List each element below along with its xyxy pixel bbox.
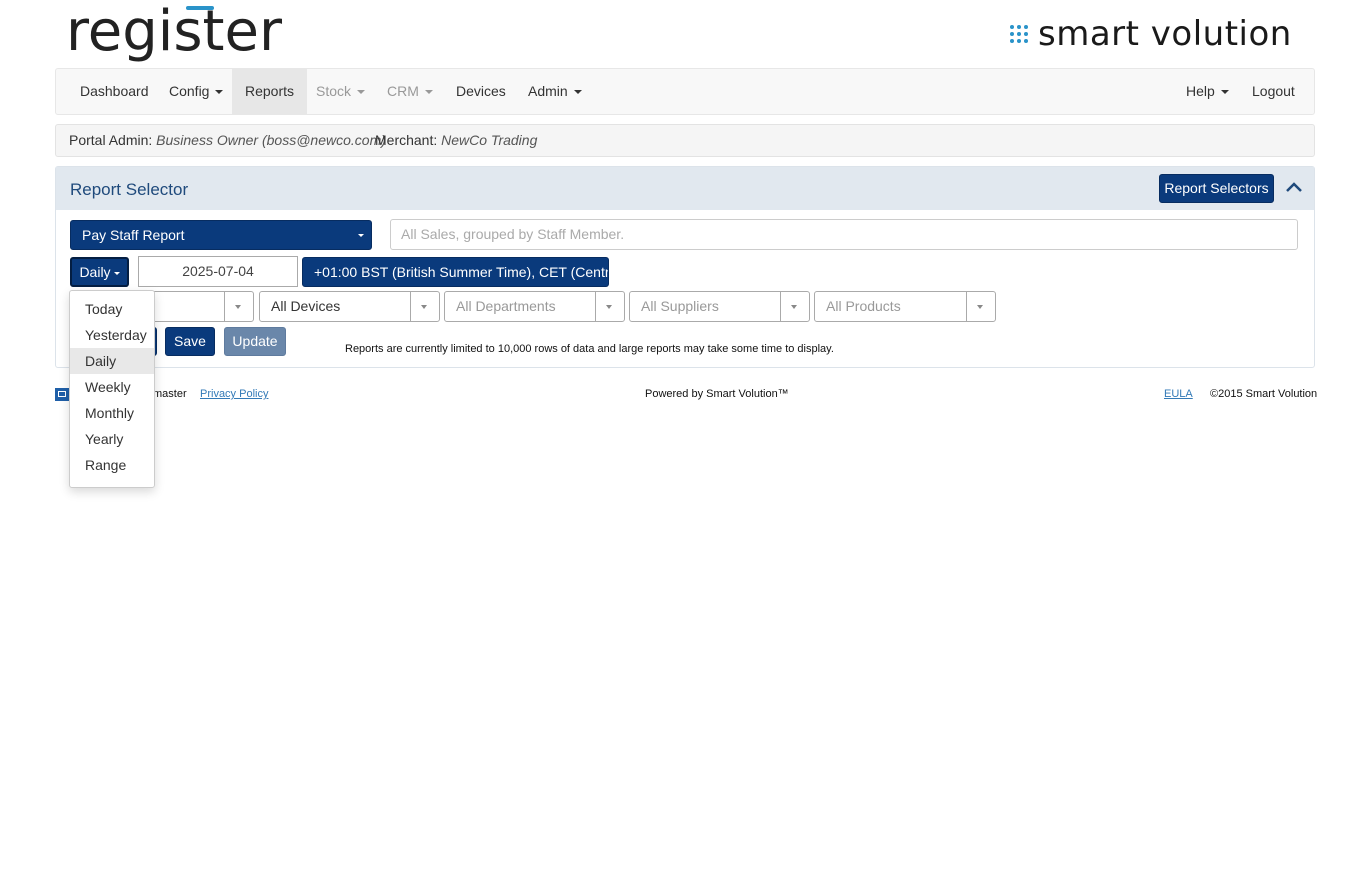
suppliers-filter-select[interactable]: All Suppliers: [629, 291, 810, 322]
select-arrow-icon: [966, 292, 995, 321]
merchant-value: NewCo Trading: [441, 132, 538, 148]
report-description-input[interactable]: All Sales, grouped by Staff Member.: [390, 219, 1298, 250]
nav-logout[interactable]: Logout: [1239, 69, 1308, 114]
timezone-label: +01:00 BST (British Summer Time), CET (C…: [314, 264, 609, 280]
nav-label: Reports: [245, 83, 295, 99]
nav-stock[interactable]: Stock: [303, 69, 378, 114]
portal-admin-value: Business Owner (boss@newco.com): [156, 132, 386, 148]
period-option-monthly[interactable]: Monthly: [70, 400, 154, 426]
devices-filter-select[interactable]: All Devices: [259, 291, 440, 322]
timezone-dropdown[interactable]: +01:00 BST (British Summer Time), CET (C…: [302, 257, 609, 287]
privacy-policy-link-wrap: Privacy Policy: [200, 388, 268, 400]
nav-label: Logout: [1252, 83, 1295, 99]
nav-dashboard[interactable]: Dashboard: [67, 69, 162, 114]
nav-label: Devices: [456, 83, 506, 99]
eula-link[interactable]: EULA: [1164, 388, 1193, 400]
save-button[interactable]: Save: [165, 327, 215, 356]
report-type-dropdown[interactable]: Pay Staff Report: [70, 220, 372, 250]
footer-partial-text: master: [153, 388, 187, 400]
select-value: All Devices: [271, 298, 341, 314]
nav-label: Stock: [316, 83, 352, 99]
caret-down-icon: [1220, 90, 1229, 95]
panel-title: Report Selector: [70, 180, 189, 199]
nav-label: Admin: [528, 83, 568, 99]
caret-down-icon: [424, 90, 433, 95]
merchant-info: Merchant: NewCo Trading: [375, 125, 537, 156]
smart-volution-wordmark: smart volution: [1038, 14, 1292, 54]
nav-help[interactable]: Help: [1173, 69, 1242, 114]
nav-label: Help: [1186, 83, 1215, 99]
powered-by-text: Powered by Smart Volution™: [645, 388, 789, 400]
caret-down-icon: [215, 90, 224, 95]
dots-icon: [1010, 25, 1028, 43]
select-arrow-icon: [780, 292, 809, 321]
period-option-yesterday[interactable]: Yesterday: [70, 322, 154, 348]
language-flag-icon[interactable]: [55, 388, 69, 401]
caret-down-icon: [358, 234, 364, 237]
portal-admin-info: Portal Admin: Business Owner (boss@newco…: [69, 125, 386, 156]
period-dropdown-button[interactable]: Daily: [70, 257, 129, 287]
nav-label: Dashboard: [80, 83, 149, 99]
date-input[interactable]: 2025-07-04: [138, 256, 298, 287]
departments-filter-select[interactable]: All Departments: [444, 291, 625, 322]
select-arrow-icon: [410, 292, 439, 321]
select-arrow-icon: [224, 292, 253, 321]
report-type-label: Pay Staff Report: [82, 227, 185, 243]
merchant-label: Merchant:: [375, 132, 438, 148]
select-arrow-icon: [595, 292, 624, 321]
caret-down-icon: [113, 271, 120, 275]
select-placeholder: All Suppliers: [641, 298, 719, 314]
row-limit-notice: Reports are currently limited to 10,000 …: [345, 343, 834, 355]
copyright-text: ©2015 Smart Volution: [1210, 388, 1318, 400]
caret-down-icon: [573, 90, 582, 95]
period-label: Daily: [79, 264, 111, 280]
nav-reports[interactable]: Reports: [232, 69, 308, 114]
nav-label: Config: [169, 83, 210, 99]
period-option-daily[interactable]: Daily: [70, 348, 154, 374]
chevron-up-icon[interactable]: [1284, 177, 1304, 197]
register-logo[interactable]: register: [66, 0, 306, 71]
nav-label: CRM: [387, 83, 419, 99]
eula-link-wrap: EULA: [1164, 388, 1193, 400]
main-navbar: Dashboard Config Reports Stock CRM Devic…: [55, 68, 1315, 115]
report-selector-panel: Report Selector Report Selectors Pay Sta…: [55, 166, 1315, 368]
period-option-weekly[interactable]: Weekly: [70, 374, 154, 400]
update-button[interactable]: Update: [224, 327, 286, 356]
report-selectors-button[interactable]: Report Selectors: [1159, 174, 1274, 203]
select-placeholder: All Products: [826, 298, 901, 314]
products-filter-select[interactable]: All Products: [814, 291, 996, 322]
period-option-yearly[interactable]: Yearly: [70, 426, 154, 452]
select-placeholder: All Departments: [456, 298, 556, 314]
privacy-policy-link[interactable]: Privacy Policy: [200, 388, 268, 400]
nav-devices[interactable]: Devices: [443, 69, 519, 114]
nav-crm[interactable]: CRM: [374, 69, 446, 114]
context-infobar: Portal Admin: Business Owner (boss@newco…: [55, 124, 1315, 157]
period-option-range[interactable]: Range: [70, 452, 154, 478]
nav-config[interactable]: Config: [156, 69, 236, 114]
register-logo-text: register: [66, 4, 283, 64]
nav-admin[interactable]: Admin: [515, 69, 595, 114]
period-dropdown-menu: Today Yesterday Daily Weekly Monthly Yea…: [69, 290, 155, 488]
portal-admin-label: Portal Admin:: [69, 132, 153, 148]
smart-volution-logo: smart volution: [1010, 14, 1292, 54]
period-option-today[interactable]: Today: [70, 296, 154, 322]
caret-down-icon: [357, 90, 366, 95]
panel-header: Report Selector Report Selectors: [56, 167, 1314, 210]
